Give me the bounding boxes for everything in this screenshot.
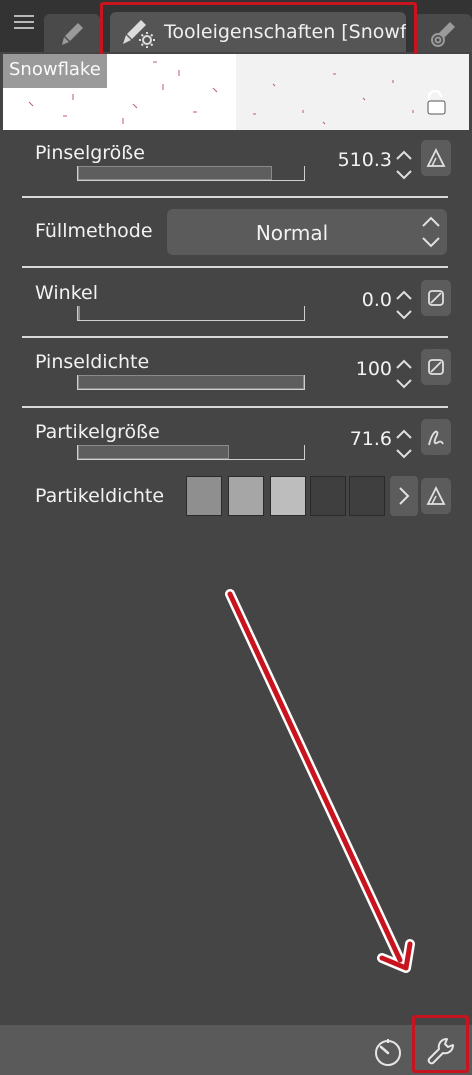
particle-size-value[interactable]: 71.6	[350, 428, 392, 450]
chevron-updown-icon	[422, 216, 440, 248]
particle-density-level-2[interactable]	[228, 476, 264, 516]
angle-dynamics-button[interactable]	[421, 280, 451, 316]
particle-density-label: Partikeldichte	[35, 485, 165, 507]
reset-timer-icon	[375, 1039, 401, 1066]
fill-mode-select[interactable]: Normal	[167, 209, 447, 255]
angle-label: Winkel	[35, 282, 98, 304]
angle-value[interactable]: 0.0	[362, 289, 392, 311]
brush-size-pressure-button[interactable]	[421, 140, 451, 176]
spiral-brush-icon	[431, 22, 455, 47]
divider	[22, 196, 448, 198]
brush-density-value[interactable]: 100	[356, 358, 392, 380]
hamburger-menu-icon[interactable]	[14, 12, 34, 32]
brush-size-slider-fill	[78, 166, 273, 180]
particle-density-level-5[interactable]	[349, 476, 385, 516]
particle-density-level-4[interactable]	[310, 476, 346, 516]
pen-stroke-icon	[428, 430, 444, 446]
brush-density-row: Pinseldichte 100	[22, 349, 451, 405]
divider	[22, 336, 448, 338]
brush-size-value[interactable]: 510.3	[338, 149, 392, 171]
top-bar: Tooleigenschaften [Snowfl	[0, 0, 472, 52]
brush-density-spinner-icon[interactable]	[395, 357, 413, 391]
bottom-bar	[0, 1025, 472, 1075]
particle-density-level-3[interactable]	[270, 476, 306, 516]
particle-size-spinner-icon[interactable]	[395, 427, 413, 461]
fill-mode-value: Normal	[255, 221, 329, 245]
brush-icon	[62, 23, 83, 45]
brush-size-row: Pinselgröße 510.3	[22, 140, 451, 196]
particle-size-dynamics-button[interactable]	[421, 419, 451, 455]
angle-slider[interactable]	[77, 306, 305, 321]
angle-slider-fill	[78, 306, 80, 320]
divider	[22, 266, 448, 268]
angle-spinner-icon[interactable]	[395, 288, 413, 322]
fill-mode-row: Füllmethode Normal	[22, 207, 448, 259]
tab-brush[interactable]	[44, 14, 100, 52]
particle-density-pressure-button[interactable]	[421, 478, 451, 514]
brush-size-spinner-icon[interactable]	[395, 148, 413, 182]
pressure-triangle-icon	[426, 485, 446, 505]
brush-density-dynamics-button[interactable]	[421, 349, 451, 385]
brush-density-label: Pinseldichte	[35, 351, 150, 373]
fill-mode-label: Füllmethode	[35, 220, 153, 242]
divider	[22, 406, 448, 408]
particle-density-level-1[interactable]	[186, 476, 222, 516]
tab-title: Tooleigenschaften [Snowfl	[164, 21, 406, 43]
particle-size-row: Partikelgröße 71.6	[22, 419, 451, 475]
disabled-slash-icon	[428, 290, 444, 306]
particle-size-label: Partikelgröße	[35, 421, 160, 443]
brush-name-label: Snowflake	[3, 54, 107, 88]
wrench-settings-icon	[427, 1038, 454, 1065]
particle-size-slider[interactable]	[77, 445, 305, 460]
chevron-right-icon	[399, 487, 410, 505]
brush-density-slider[interactable]	[77, 375, 305, 390]
reset-button[interactable]	[368, 1031, 408, 1071]
particle-density-next-button[interactable]	[390, 476, 418, 516]
settings-button[interactable]	[420, 1031, 460, 1071]
brush-size-slider[interactable]	[77, 166, 305, 181]
pressure-triangle-icon	[426, 147, 446, 167]
tab-tool-properties[interactable]: Tooleigenschaften [Snowfl	[110, 12, 406, 52]
disabled-slash-icon	[428, 359, 444, 375]
tab-brush-alt[interactable]	[414, 14, 472, 52]
brush-density-slider-fill	[78, 375, 304, 389]
angle-row: Winkel 0.0	[22, 280, 451, 336]
unlock-icon[interactable]	[425, 90, 447, 116]
tool-settings-icon	[123, 20, 155, 48]
brush-size-label: Pinselgröße	[35, 142, 145, 164]
particle-size-slider-fill	[78, 445, 230, 459]
